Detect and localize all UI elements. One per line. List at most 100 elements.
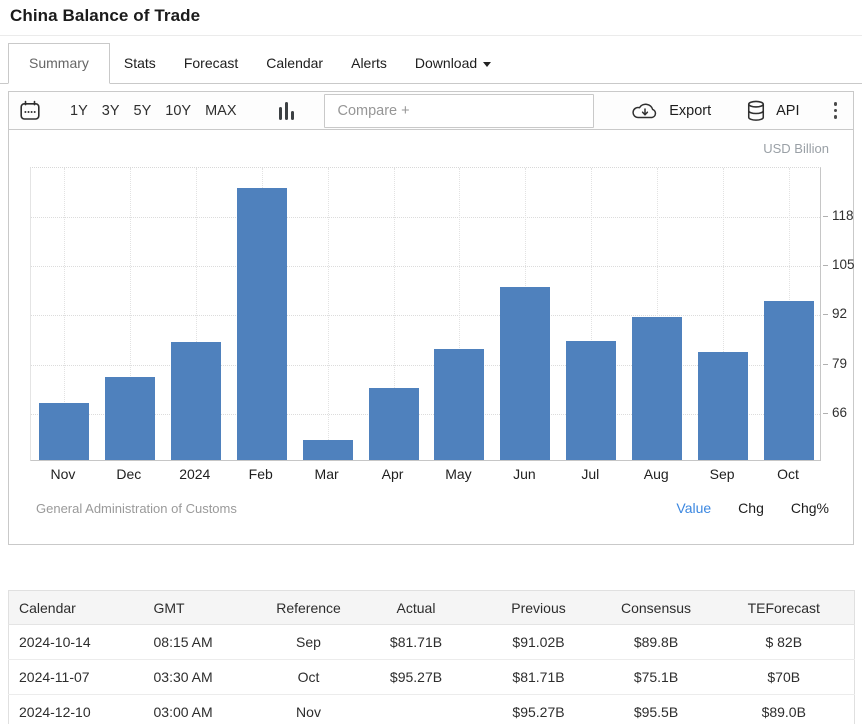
table-cell-reference: Oct — [264, 660, 354, 695]
kebab-menu-icon[interactable] — [832, 100, 840, 121]
x-tick-label-May: May — [426, 466, 492, 482]
caret-down-icon — [483, 62, 491, 67]
table-cell-actual: $95.27B — [354, 660, 479, 695]
x-tick-label-Jul: Jul — [557, 466, 623, 482]
table-cell-previous: $91.02B — [479, 625, 599, 660]
table-cell-actual: $81.71B — [354, 625, 479, 660]
x-tick-label-Feb: Feb — [228, 466, 294, 482]
tab-label: Download — [415, 55, 477, 71]
column-header-consensus: Consensus — [599, 591, 714, 625]
range-button-5y[interactable]: 5Y — [127, 95, 159, 127]
table-cell-gmt: 03:00 AM — [139, 695, 264, 724]
gridline-horizontal — [31, 217, 820, 218]
export-button[interactable]: Export — [630, 101, 711, 121]
export-label: Export — [669, 103, 711, 119]
compare-input[interactable] — [324, 94, 594, 128]
tab-label: Alerts — [351, 55, 387, 71]
x-tick-label-2024: 2024 — [162, 466, 228, 482]
bar-Jul[interactable] — [566, 341, 616, 460]
chart-unit-label: USD Billion — [763, 141, 829, 156]
chart-area: USD Billion 667992105118 NovDec2024FebMa… — [9, 130, 853, 544]
table-row: 2024-10-1408:15 AMSep$81.71B$91.02B$89.8… — [9, 625, 855, 660]
table-cell-previous: $81.71B — [479, 660, 599, 695]
range-button-10y[interactable]: 10Y — [158, 95, 198, 127]
column-header-actual: Actual — [354, 591, 479, 625]
y-tick-mark — [823, 216, 828, 217]
bar-chart-plot — [30, 167, 821, 461]
chart-toolbar: 1Y3Y5Y10YMAX Export API — [9, 92, 853, 130]
view-link-chgpct[interactable]: Chg% — [791, 500, 829, 516]
tab-calendar[interactable]: Calendar — [252, 44, 337, 83]
bar-Aug[interactable] — [632, 317, 682, 460]
bar-Feb[interactable] — [237, 188, 287, 460]
table-cell-consensus: $95.5B — [599, 695, 714, 724]
table-cell-consensus: $89.8B — [599, 625, 714, 660]
y-tick-label: 105 — [832, 257, 855, 272]
table-cell-consensus: $75.1B — [599, 660, 714, 695]
y-tick-label: 79 — [832, 356, 847, 371]
view-link-chg[interactable]: Chg — [738, 500, 764, 516]
page-title: China Balance of Trade — [10, 6, 852, 26]
tab-summary[interactable]: Summary — [8, 43, 110, 84]
chart-footer: General Administration of Customs ValueC… — [36, 500, 829, 516]
column-header-gmt: GMT — [139, 591, 264, 625]
gridline-horizontal — [31, 266, 820, 267]
api-label: API — [776, 103, 799, 119]
table-cell-previous: $95.27B — [479, 695, 599, 724]
y-tick-mark — [823, 364, 828, 365]
bar-Jun[interactable] — [500, 287, 550, 460]
range-button-max[interactable]: MAX — [198, 95, 243, 127]
calendar-button[interactable] — [19, 100, 41, 122]
table-row: 2024-11-0703:30 AMOct$95.27B$81.71B$75.1… — [9, 660, 855, 695]
gridline-vertical — [328, 168, 329, 460]
gridline-horizontal — [31, 315, 820, 316]
database-icon — [745, 100, 767, 122]
y-tick-label: 66 — [832, 405, 847, 420]
view-link-value[interactable]: Value — [676, 500, 711, 516]
y-tick-mark — [823, 413, 828, 414]
bar-Oct[interactable] — [764, 301, 814, 460]
x-tick-label-Sep: Sep — [689, 466, 755, 482]
cloud-download-icon — [630, 101, 660, 121]
tab-stats[interactable]: Stats — [110, 44, 170, 83]
tab-label: Forecast — [184, 55, 238, 71]
table-cell-calendar: 2024-12-10 — [9, 695, 139, 724]
api-button[interactable]: API — [745, 100, 799, 122]
bar-Sep[interactable] — [698, 352, 748, 460]
bar-May[interactable] — [434, 349, 484, 460]
tab-label: Calendar — [266, 55, 323, 71]
page-header: China Balance of Trade — [0, 0, 862, 36]
column-chart-icon[interactable] — [279, 102, 294, 120]
table-cell-actual — [354, 695, 479, 724]
tab-label: Stats — [124, 55, 156, 71]
x-tick-label-Dec: Dec — [96, 466, 162, 482]
calendar-icon — [19, 100, 41, 122]
y-tick-mark — [823, 314, 828, 315]
bar-Apr[interactable] — [369, 388, 419, 460]
x-tick-label-Jun: Jun — [491, 466, 557, 482]
x-tick-label-Nov: Nov — [30, 466, 96, 482]
tab-bar: Summary Stats Forecast Calendar Alerts Downlo… — [0, 36, 862, 84]
tab-alerts[interactable]: Alerts — [337, 44, 401, 83]
y-tick-label: 92 — [832, 306, 847, 321]
bar-2024[interactable] — [171, 342, 221, 460]
range-buttons: 1Y3Y5Y10YMAX — [63, 95, 243, 127]
calendar-table: CalendarGMTReferenceActualPreviousConsen… — [8, 590, 855, 724]
column-header-previous: Previous — [479, 591, 599, 625]
table-cell-gmt: 08:15 AM — [139, 625, 264, 660]
table-cell-reference: Nov — [264, 695, 354, 724]
tab-download[interactable]: Download — [401, 44, 505, 83]
column-header-reference: Reference — [264, 591, 354, 625]
y-tick-label: 118 — [832, 208, 854, 223]
tab-forecast[interactable]: Forecast — [170, 44, 252, 83]
column-header-calendar: Calendar — [9, 591, 139, 625]
bar-Mar[interactable] — [303, 440, 353, 460]
range-button-3y[interactable]: 3Y — [95, 95, 127, 127]
table-cell-teforecast: $89.0B — [714, 695, 855, 724]
chart-card: 1Y3Y5Y10YMAX Export API USD Billion 667 — [8, 91, 854, 545]
x-tick-label-Mar: Mar — [294, 466, 360, 482]
table-cell-calendar: 2024-10-14 — [9, 625, 139, 660]
bar-Nov[interactable] — [39, 403, 89, 460]
bar-Dec[interactable] — [105, 377, 155, 461]
range-button-1y[interactable]: 1Y — [63, 95, 95, 127]
